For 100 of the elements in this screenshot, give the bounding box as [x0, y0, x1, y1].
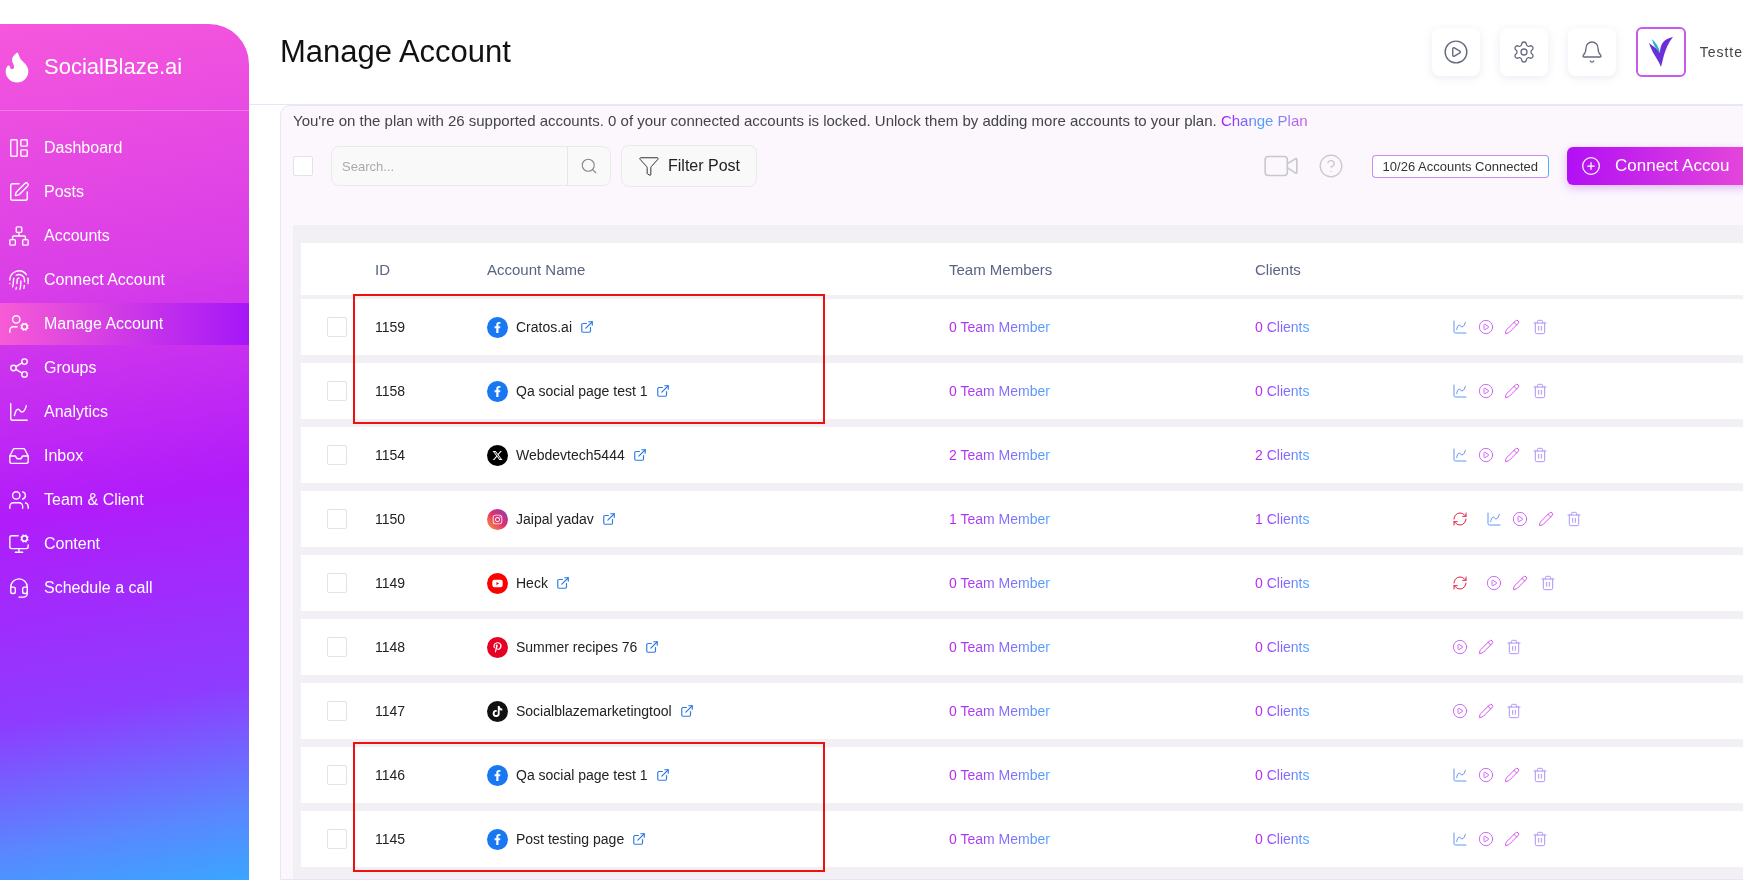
row-checkbox[interactable]: [327, 637, 347, 657]
sidebar-item[interactable]: Team & Client: [0, 479, 249, 521]
pencil-icon[interactable]: [1504, 383, 1520, 399]
trash-icon[interactable]: [1506, 703, 1522, 719]
row-checkbox[interactable]: [327, 765, 347, 785]
external-link-icon[interactable]: [632, 832, 647, 846]
row-checkbox[interactable]: [327, 829, 347, 849]
trash-icon[interactable]: [1532, 447, 1548, 463]
external-link-icon[interactable]: [601, 512, 616, 526]
external-link-icon[interactable]: [632, 448, 647, 462]
sidebar-item[interactable]: Accounts: [0, 215, 249, 257]
settings-button[interactable]: [1499, 28, 1548, 76]
play-icon[interactable]: [1512, 511, 1528, 527]
team-members-link[interactable]: 0 Team Member: [949, 383, 1050, 399]
change-plan-link[interactable]: Change Plan: [1220, 112, 1308, 129]
trash-icon[interactable]: [1532, 319, 1548, 335]
sidebar-item[interactable]: Groups: [0, 347, 249, 389]
pencil-icon[interactable]: [1504, 831, 1520, 847]
chart-icon[interactable]: [1452, 319, 1468, 335]
connect-account-button[interactable]: Connect Accou: [1567, 147, 1743, 185]
sidebar-item[interactable]: Connect Account: [0, 259, 249, 301]
clients-link[interactable]: 0 Clients: [1255, 703, 1310, 719]
chart-icon[interactable]: [1452, 831, 1468, 847]
refresh-icon[interactable]: [1452, 511, 1468, 527]
play-icon[interactable]: [1478, 319, 1494, 335]
pencil-icon[interactable]: [1478, 703, 1494, 719]
row-checkbox[interactable]: [327, 381, 347, 401]
trash-icon[interactable]: [1532, 831, 1548, 847]
team-members-link[interactable]: 0 Team Member: [949, 639, 1050, 655]
notifications-button[interactable]: [1567, 28, 1616, 76]
chart-icon[interactable]: [1452, 767, 1468, 783]
play-icon[interactable]: [1478, 767, 1494, 783]
search-box[interactable]: Search...: [331, 146, 611, 186]
clients-link[interactable]: 0 Clients: [1255, 575, 1310, 591]
clients-link[interactable]: 0 Clients: [1255, 767, 1310, 783]
search-field[interactable]: Search...: [332, 158, 567, 174]
play-icon[interactable]: [1486, 575, 1502, 591]
clients-link[interactable]: 0 Clients: [1255, 831, 1310, 847]
user-name: Testte: [1699, 44, 1743, 60]
help-icon[interactable]: [1317, 153, 1344, 179]
external-link-icon[interactable]: [655, 768, 670, 782]
row-checkbox[interactable]: [327, 701, 347, 721]
external-link-icon[interactable]: [580, 320, 595, 334]
account-name: Cratos.ai: [516, 319, 573, 335]
sidebar-item[interactable]: Dashboard: [0, 127, 249, 169]
account-name: Summer recipes 76: [516, 639, 638, 655]
sidebar-item[interactable]: Schedule a call: [0, 567, 249, 609]
account-name: Socialblazemarketingtool: [516, 703, 672, 719]
sidebar-item[interactable]: Content: [0, 523, 249, 565]
row-checkbox[interactable]: [327, 317, 347, 337]
team-members-link[interactable]: 0 Team Member: [949, 767, 1050, 783]
team-members-link[interactable]: 0 Team Member: [949, 831, 1050, 847]
trash-icon[interactable]: [1532, 767, 1548, 783]
refresh-icon[interactable]: [1452, 575, 1468, 591]
trash-icon[interactable]: [1532, 383, 1548, 399]
external-link-icon[interactable]: [555, 576, 570, 590]
pencil-icon[interactable]: [1538, 511, 1554, 527]
clients-link[interactable]: 2 Clients: [1255, 447, 1310, 463]
external-link-icon[interactable]: [679, 704, 694, 718]
avatar[interactable]: [1635, 27, 1686, 77]
clients-link[interactable]: 1 Clients: [1255, 511, 1310, 527]
play-icon[interactable]: [1452, 639, 1468, 655]
fingerprint-icon: [8, 269, 30, 291]
team-members-link[interactable]: 0 Team Member: [949, 703, 1050, 719]
clients-link[interactable]: 0 Clients: [1255, 319, 1310, 335]
filter-button[interactable]: Filter Post: [621, 145, 757, 187]
play-icon[interactable]: [1452, 703, 1468, 719]
trash-icon[interactable]: [1540, 575, 1556, 591]
team-members-link[interactable]: 0 Team Member: [949, 319, 1050, 335]
team-members-link[interactable]: 0 Team Member: [949, 575, 1050, 591]
clients-link[interactable]: 0 Clients: [1255, 639, 1310, 655]
row-checkbox[interactable]: [327, 445, 347, 465]
clients-link[interactable]: 0 Clients: [1255, 383, 1310, 399]
pencil-icon[interactable]: [1504, 767, 1520, 783]
trash-icon[interactable]: [1506, 639, 1522, 655]
external-link-icon[interactable]: [645, 640, 660, 654]
sidebar-item[interactable]: Analytics: [0, 391, 249, 433]
play-icon: [1442, 39, 1469, 65]
play-icon[interactable]: [1478, 383, 1494, 399]
chart-icon[interactable]: [1486, 511, 1502, 527]
row-checkbox[interactable]: [327, 573, 347, 593]
select-all-checkbox[interactable]: [293, 156, 313, 176]
team-members-link[interactable]: 2 Team Member: [949, 447, 1050, 463]
pencil-icon[interactable]: [1504, 319, 1520, 335]
play-icon[interactable]: [1478, 831, 1494, 847]
chart-icon[interactable]: [1452, 447, 1468, 463]
trash-icon[interactable]: [1566, 511, 1582, 527]
sidebar-item[interactable]: Posts: [0, 171, 249, 213]
team-members-link[interactable]: 1 Team Member: [949, 511, 1050, 527]
pencil-icon[interactable]: [1512, 575, 1528, 591]
chart-icon[interactable]: [1452, 383, 1468, 399]
row-checkbox[interactable]: [327, 509, 347, 529]
play-icon[interactable]: [1478, 447, 1494, 463]
tutorial-button[interactable]: [1431, 28, 1480, 76]
pencil-icon[interactable]: [1504, 447, 1520, 463]
external-link-icon[interactable]: [655, 384, 670, 398]
pencil-icon[interactable]: [1478, 639, 1494, 655]
sidebar-item[interactable]: Inbox: [0, 435, 249, 477]
dashboard-icon: [8, 137, 30, 159]
sidebar-item[interactable]: Manage Account: [0, 303, 249, 345]
